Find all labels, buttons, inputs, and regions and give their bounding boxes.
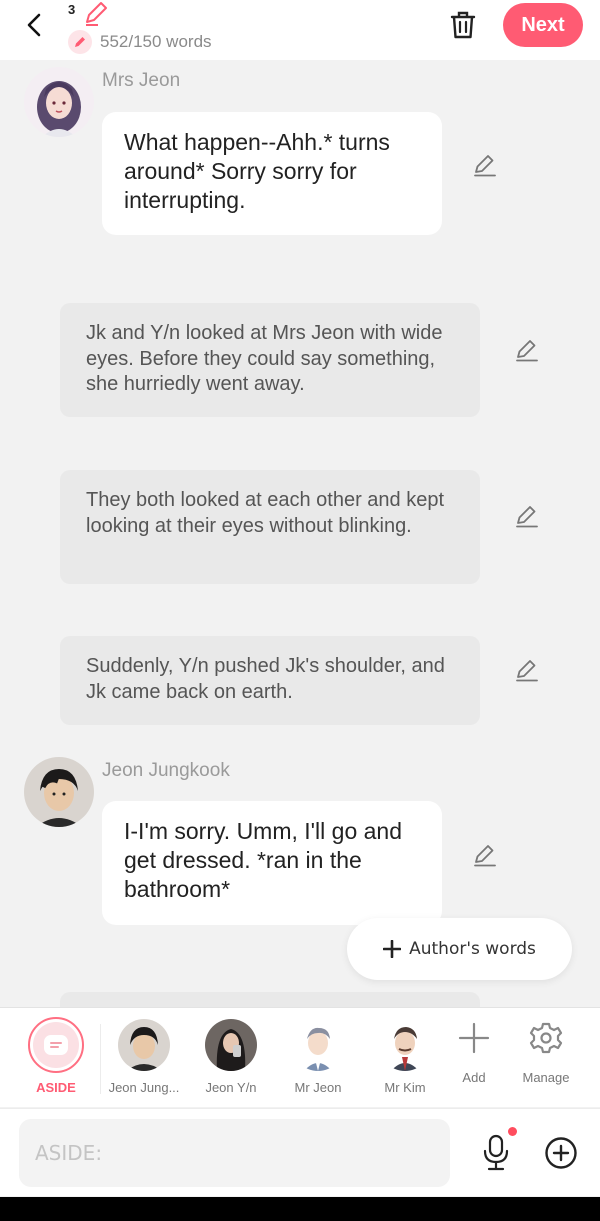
add-button[interactable] <box>543 1135 579 1171</box>
edit-message-button[interactable] <box>470 150 500 180</box>
manage-characters-button[interactable]: Manage <box>510 1008 582 1108</box>
pencil-outline-icon <box>516 660 538 682</box>
recording-dot <box>508 1127 517 1136</box>
add-character-button[interactable]: Add <box>438 1008 510 1108</box>
narration-bubble[interactable]: Suddenly, Y/n pushed Jk's shoulder, and … <box>60 636 480 725</box>
avatar-jeon-jungkook[interactable] <box>24 757 94 827</box>
narration-bubble[interactable]: They both looked at each other and kept … <box>60 470 480 584</box>
pencil-outline-icon <box>86 2 107 26</box>
narration-bubble[interactable]: Jk and Y/n looked at Mrs Jeon with wide … <box>60 303 480 417</box>
plus-circle-icon <box>545 1137 577 1169</box>
character-mr-jeon[interactable]: Mr Jeon <box>275 1008 361 1108</box>
character-bar: ASIDE Jeon Jung... Jeon Y/n Mr Jeon Mr K… <box>0 1007 600 1107</box>
character-label: Manage <box>522 1070 570 1085</box>
character-label: Jeon Jung... <box>108 1080 180 1095</box>
back-button[interactable] <box>18 8 52 42</box>
word-count-text: 552/150 words <box>100 32 212 51</box>
plus-icon <box>383 940 402 958</box>
character-label: Add <box>462 1070 486 1085</box>
word-count: 552/150 words <box>68 30 212 54</box>
pencil-outline-icon <box>516 506 538 528</box>
character-label: Jeon Y/n <box>205 1080 257 1095</box>
aside-input[interactable] <box>19 1119 450 1187</box>
dialogue-bubble[interactable]: What happen--Ahh.* turns around* Sorry s… <box>102 112 442 235</box>
draft-badge: 3 <box>68 0 114 28</box>
delete-button[interactable] <box>446 8 480 42</box>
pencil-outline-icon <box>474 845 496 867</box>
character-jeon-yn[interactable]: Jeon Y/n <box>188 1008 274 1108</box>
microphone-button[interactable] <box>478 1133 514 1173</box>
gear-icon <box>529 1022 563 1054</box>
system-nav-bar <box>0 1197 600 1221</box>
aside-icon <box>44 1035 68 1055</box>
edit-message-button[interactable] <box>512 335 542 365</box>
next-button[interactable]: Next <box>503 3 583 47</box>
avatar <box>292 1019 344 1071</box>
pencil-outline-icon <box>516 340 538 362</box>
character-jeon-jungkook[interactable]: Jeon Jung... <box>101 1008 187 1108</box>
edit-message-button[interactable] <box>512 501 542 531</box>
avatar <box>118 1019 170 1071</box>
character-label: ASIDE <box>36 1080 76 1095</box>
plus-icon <box>458 1022 490 1054</box>
speaker-name: Mrs Jeon <box>102 70 181 91</box>
pencil-icon <box>68 30 92 54</box>
top-bar: 3 552/150 words Next <box>0 0 600 60</box>
pencil-outline-icon <box>474 155 496 177</box>
speaker-name: Jeon Jungkook <box>102 760 230 781</box>
character-aside[interactable]: ASIDE <box>13 1008 99 1108</box>
character-mr-kim[interactable]: Mr Kim <box>362 1008 448 1108</box>
author-words-button[interactable]: Author's words <box>347 918 572 980</box>
character-label: Mr Jeon <box>294 1080 342 1095</box>
dialogue-bubble[interactable]: I-I'm sorry. Umm, I'll go and get dresse… <box>102 801 442 925</box>
character-label: Mr Kim <box>384 1080 426 1095</box>
draft-number: 3 <box>68 2 76 17</box>
avatar <box>379 1019 431 1071</box>
edit-message-button[interactable] <box>470 840 500 870</box>
chevron-left-icon <box>27 13 41 37</box>
author-words-label: Author's words <box>409 939 536 959</box>
avatar-mrs-jeon[interactable] <box>24 67 94 137</box>
input-bar <box>0 1108 600 1196</box>
edit-message-button[interactable] <box>512 655 542 685</box>
microphone-icon <box>483 1134 509 1171</box>
aside-avatar <box>28 1017 84 1073</box>
trash-icon <box>450 11 476 39</box>
avatar <box>205 1019 257 1071</box>
